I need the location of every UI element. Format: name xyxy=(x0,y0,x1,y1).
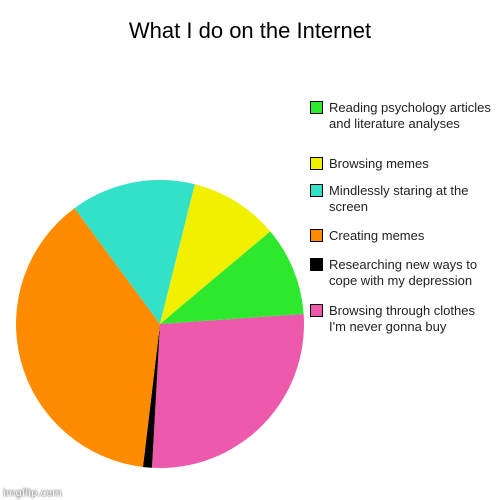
legend-label: Creating memes xyxy=(329,228,425,243)
legend-label: Browsing through clothes I'm never gonna… xyxy=(329,303,475,334)
legend-label: Browsing memes xyxy=(329,156,429,171)
legend-item: Browsing memes xyxy=(310,156,495,183)
watermark: imgflip.com xyxy=(3,488,62,499)
legend-swatch xyxy=(310,304,323,317)
legend-label: Researching new ways to cope with my dep… xyxy=(329,257,478,288)
legend-swatch xyxy=(310,101,323,114)
legend-item: Reading psychology articles and literatu… xyxy=(310,100,495,156)
chart-legend: Reading psychology articles and literatu… xyxy=(310,100,495,343)
legend-item: Mindlessly staring at the screen xyxy=(310,183,495,228)
legend-label: Reading psychology articles and literatu… xyxy=(329,100,491,131)
pie-slice xyxy=(151,313,305,469)
legend-swatch xyxy=(310,184,323,197)
legend-swatch xyxy=(310,258,323,271)
legend-label: Mindlessly staring at the screen xyxy=(329,183,469,214)
legend-swatch xyxy=(310,157,323,170)
legend-item: Researching new ways to cope with my dep… xyxy=(310,257,495,303)
legend-swatch xyxy=(310,229,323,242)
legend-item: Browsing through clothes I'm never gonna… xyxy=(310,303,495,343)
legend-item: Creating memes xyxy=(310,228,495,257)
